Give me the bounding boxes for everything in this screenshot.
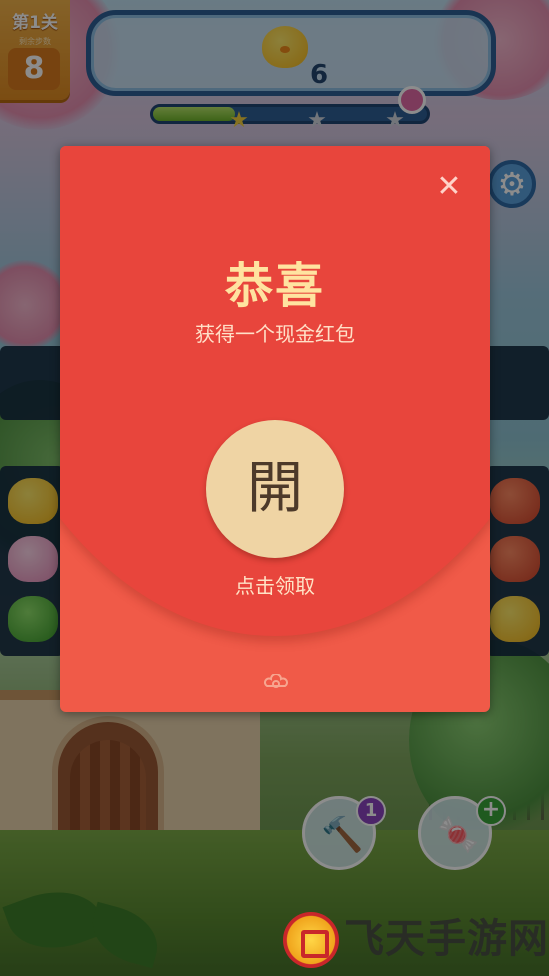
- modal-title: 恭喜: [224, 258, 325, 314]
- tap-to-claim-label[interactable]: 点击领取: [60, 570, 490, 599]
- cloud-logo-icon: [263, 673, 289, 692]
- modal-subtitle: 获得一个现金红包: [195, 322, 355, 346]
- watermark-logo: [283, 912, 339, 968]
- open-envelope-button[interactable]: 開: [206, 420, 344, 558]
- red-envelope-modal: ✕ 恭喜 获得一个现金红包 開 点击领取: [60, 146, 490, 712]
- watermark-text: 飞天手游网: [344, 915, 549, 962]
- close-icon[interactable]: ✕: [432, 170, 466, 204]
- envelope-flap: [60, 146, 490, 636]
